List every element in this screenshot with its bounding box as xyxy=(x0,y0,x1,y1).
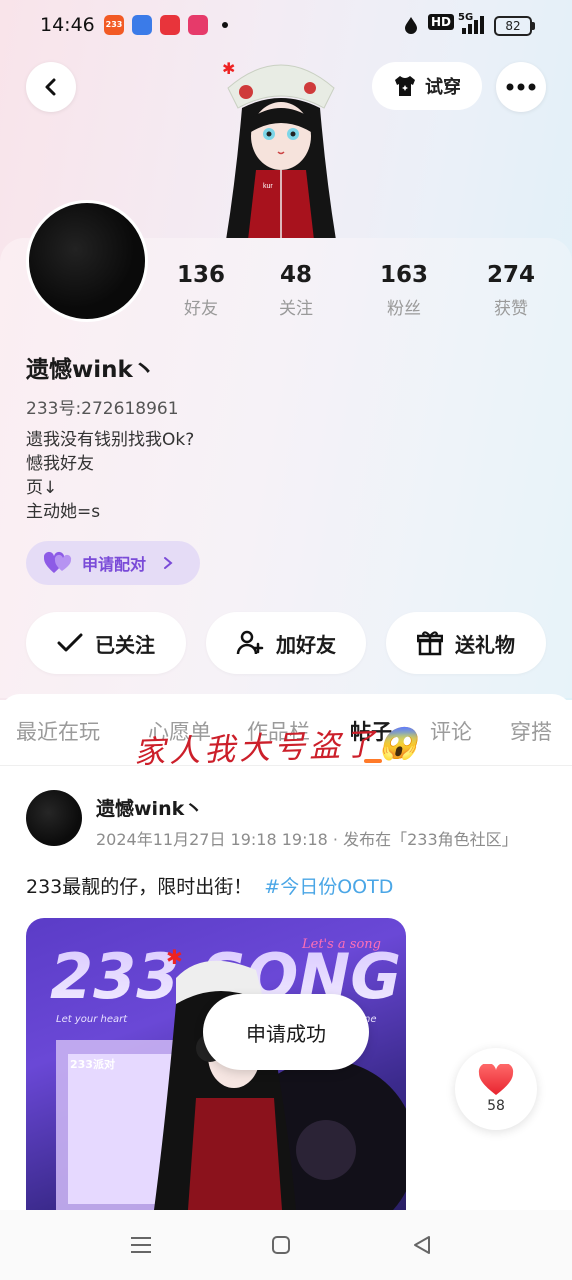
tabs-divider xyxy=(0,765,572,766)
red-app-icon xyxy=(160,15,180,35)
like-button[interactable]: 58 xyxy=(455,1048,537,1130)
pink-app-icon xyxy=(188,15,208,35)
back-button[interactable] xyxy=(26,62,76,112)
add-person-icon xyxy=(236,630,264,655)
profile-bio: 遗我没有钱别找我Ok? 憾我好友 页↓ 主动她=s xyxy=(26,428,194,524)
tab-recently-played[interactable]: 最近在玩 xyxy=(16,716,100,746)
send-gift-label: 送礼物 xyxy=(455,632,515,657)
hd-badge: HD xyxy=(428,14,455,30)
stat-following-label: 关注 xyxy=(279,299,313,319)
post-meta: 2024年11月27日 19:18 19:18 · 发布在「233角色社区」 xyxy=(96,830,518,849)
battery-indicator: 82 xyxy=(494,16,535,36)
try-on-label: 试穿 xyxy=(425,77,461,98)
toast-message: 申请成功 xyxy=(203,994,369,1070)
233-app-icon: 233 xyxy=(104,15,124,35)
profile-username: 遗憾wink丶 xyxy=(26,357,156,383)
back-triangle-icon[interactable] xyxy=(412,1235,432,1255)
home-square-icon[interactable] xyxy=(271,1235,291,1255)
followed-label: 已关注 xyxy=(95,632,155,657)
post-text: 233最靓的仔，限时出街！ #今日份OOTD xyxy=(26,872,393,899)
add-friend-label: 加好友 xyxy=(276,632,336,657)
request-pair-button[interactable]: 申请配对 xyxy=(26,541,200,585)
bio-line: 主动她=s xyxy=(26,502,101,522)
status-time: 14:46 xyxy=(40,14,95,36)
try-on-button[interactable]: 试穿 xyxy=(372,62,482,110)
tab-comments[interactable]: 评论 xyxy=(430,716,472,746)
profile-uid: 233号:272618961 xyxy=(26,399,179,419)
tab-outfits[interactable]: 穿搭 xyxy=(510,716,552,746)
bio-line: 页↓ xyxy=(26,478,58,498)
post-body: 233最靓的仔，限时出街！ xyxy=(26,876,253,898)
gift-icon xyxy=(417,631,443,656)
stat-likes[interactable]: 274 获赞 xyxy=(466,262,556,319)
stat-likes-label: 获赞 xyxy=(494,299,528,319)
data-saver-icon xyxy=(405,17,417,34)
signal-icon xyxy=(462,16,484,34)
double-heart-icon xyxy=(44,551,72,573)
blue-app-icon xyxy=(132,15,152,35)
bio-line: 憾我好友 xyxy=(26,454,94,474)
send-gift-button[interactable]: 送礼物 xyxy=(386,612,546,674)
post-hashtag[interactable]: #今日份OOTD xyxy=(264,876,393,898)
more-dots-icon xyxy=(506,83,536,91)
avatar-character-image[interactable]: kur ✱ xyxy=(206,48,356,240)
post-image-badge: 233派对 xyxy=(70,1057,115,1071)
status-bar: 14:46 233 HD 5G 82 xyxy=(0,0,572,52)
post-image-subtitle-left: Let your heart xyxy=(56,1014,128,1025)
add-friend-button[interactable]: 加好友 xyxy=(206,612,366,674)
more-button[interactable] xyxy=(496,62,546,112)
checkmark-icon xyxy=(57,633,83,652)
svg-text:✱: ✱ xyxy=(222,59,235,78)
stat-fans-count: 163 xyxy=(379,262,428,288)
like-count: 58 xyxy=(487,1098,505,1114)
menu-icon[interactable] xyxy=(130,1236,152,1254)
chevron-left-icon xyxy=(45,78,56,96)
stat-following[interactable]: 48 关注 xyxy=(251,262,341,319)
chevron-right-icon xyxy=(164,557,173,569)
profile-avatar[interactable] xyxy=(26,200,148,322)
svg-text:kur: kur xyxy=(263,183,273,190)
stat-friends[interactable]: 136 好友 xyxy=(156,262,246,319)
stat-fans[interactable]: 163 粉丝 xyxy=(359,262,449,319)
bio-line: 遗我没有钱别找我Ok? xyxy=(26,430,195,450)
stat-fans-label: 粉丝 xyxy=(387,299,421,319)
stat-following-count: 48 xyxy=(279,262,312,288)
stat-friends-count: 136 xyxy=(176,262,225,288)
notification-dot-icon xyxy=(222,22,228,28)
svg-text:✱: ✱ xyxy=(166,945,183,969)
followed-button[interactable]: 已关注 xyxy=(26,612,186,674)
stat-friends-label: 好友 xyxy=(184,299,218,319)
post-image-script: Let's a song xyxy=(301,937,381,952)
stat-likes-count: 274 xyxy=(486,262,535,288)
tshirt-sparkle-icon xyxy=(395,76,415,96)
heart-icon xyxy=(478,1064,514,1095)
request-pair-label: 申请配对 xyxy=(82,555,147,574)
post-author-avatar[interactable] xyxy=(26,790,82,846)
post-author-name[interactable]: 遗憾wink丶 xyxy=(96,794,203,821)
system-nav-bar xyxy=(0,1210,572,1280)
